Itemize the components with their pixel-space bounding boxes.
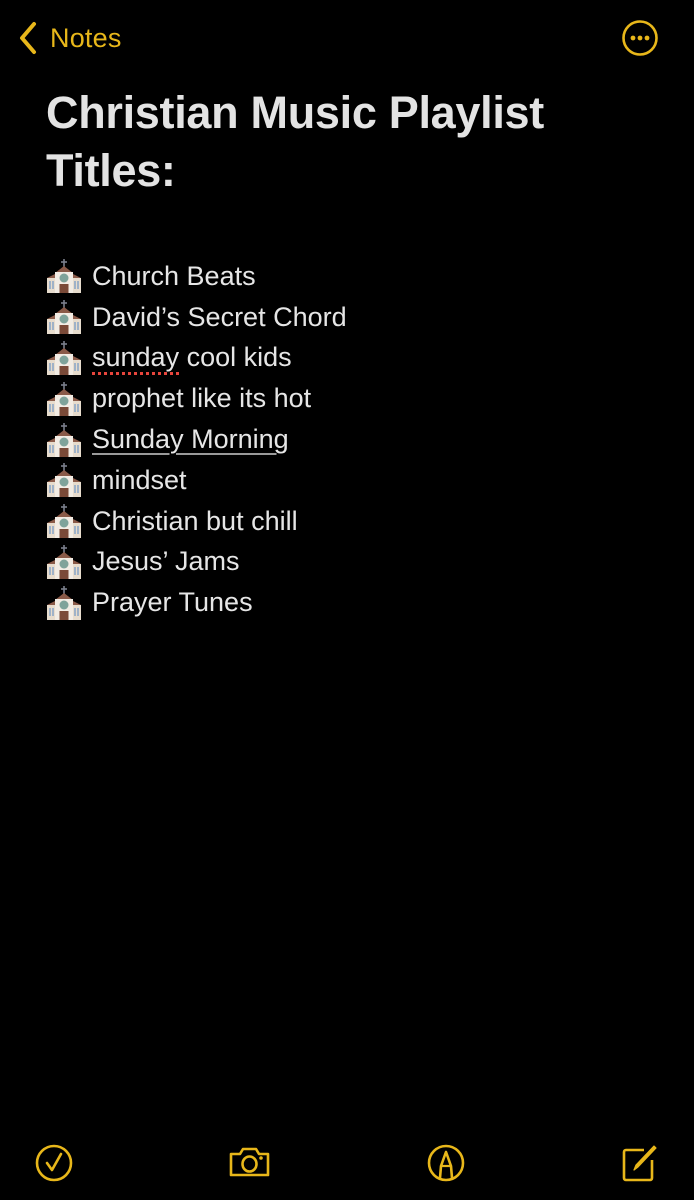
checkmark-circle-icon [32, 1140, 76, 1184]
square-pencil-icon [618, 1140, 662, 1184]
list-item-text: Church Beats [92, 260, 256, 291]
misspelled-word[interactable]: sunday [92, 342, 179, 372]
camera-icon [227, 1140, 271, 1184]
church-emoji-icon [47, 259, 81, 294]
list-item-text: prophet like its hot [92, 383, 312, 414]
church-emoji-icon [47, 585, 81, 620]
pen-tip-circle-icon [424, 1140, 468, 1184]
note-title[interactable]: Christian Music Playlist Titles: [46, 84, 656, 200]
ellipsis-circle-icon [620, 20, 660, 62]
church-emoji-icon [47, 340, 81, 375]
church-emoji-icon [47, 422, 81, 457]
list-item[interactable]: Church Beats [46, 256, 656, 297]
list-item[interactable]: David’s Secret Chord [46, 297, 656, 338]
list-item-text: Christian but chill [92, 505, 298, 536]
list-item[interactable]: prophet like its hot [46, 378, 656, 419]
list-item[interactable]: mindset [46, 460, 656, 501]
list-item[interactable]: sunday cool kids [46, 338, 656, 379]
detected-link-text[interactable]: Sunday Morning [92, 424, 289, 455]
back-to-notes-button[interactable]: Notes [18, 18, 122, 58]
list-item[interactable]: Sunday Morning [46, 419, 656, 460]
church-emoji-icon [47, 463, 81, 498]
bottom-toolbar [0, 1140, 694, 1186]
church-emoji-icon [47, 300, 81, 335]
list-item-text: David’s Secret Chord [92, 301, 347, 332]
markup-button[interactable] [424, 1140, 468, 1184]
more-options-button[interactable] [620, 18, 660, 58]
list-item-text-rest: cool kids [179, 342, 292, 373]
list-item[interactable]: Christian but chill [46, 501, 656, 542]
church-emoji-icon [47, 544, 81, 579]
playlist-title-list: Church Beats David’s Secret Chord sunday… [46, 256, 656, 623]
church-emoji-icon [47, 504, 81, 539]
checklist-button[interactable] [32, 1140, 76, 1184]
chevron-left-icon [18, 21, 38, 55]
list-item-text: sunday cool kids [92, 342, 292, 373]
navigation-bar: Notes [0, 0, 694, 76]
list-item[interactable]: Jesus’ Jams [46, 542, 656, 583]
list-item-text: mindset [92, 464, 187, 495]
new-note-button[interactable] [618, 1140, 662, 1184]
camera-button[interactable] [227, 1140, 271, 1184]
list-item-text: Jesus’ Jams [92, 546, 240, 577]
back-label: Notes [50, 22, 122, 53]
list-item[interactable]: Prayer Tunes [46, 582, 656, 623]
list-item-text: Prayer Tunes [92, 587, 253, 618]
church-emoji-icon [47, 381, 81, 416]
note-body[interactable]: Christian Music Playlist Titles: Church … [46, 84, 656, 623]
